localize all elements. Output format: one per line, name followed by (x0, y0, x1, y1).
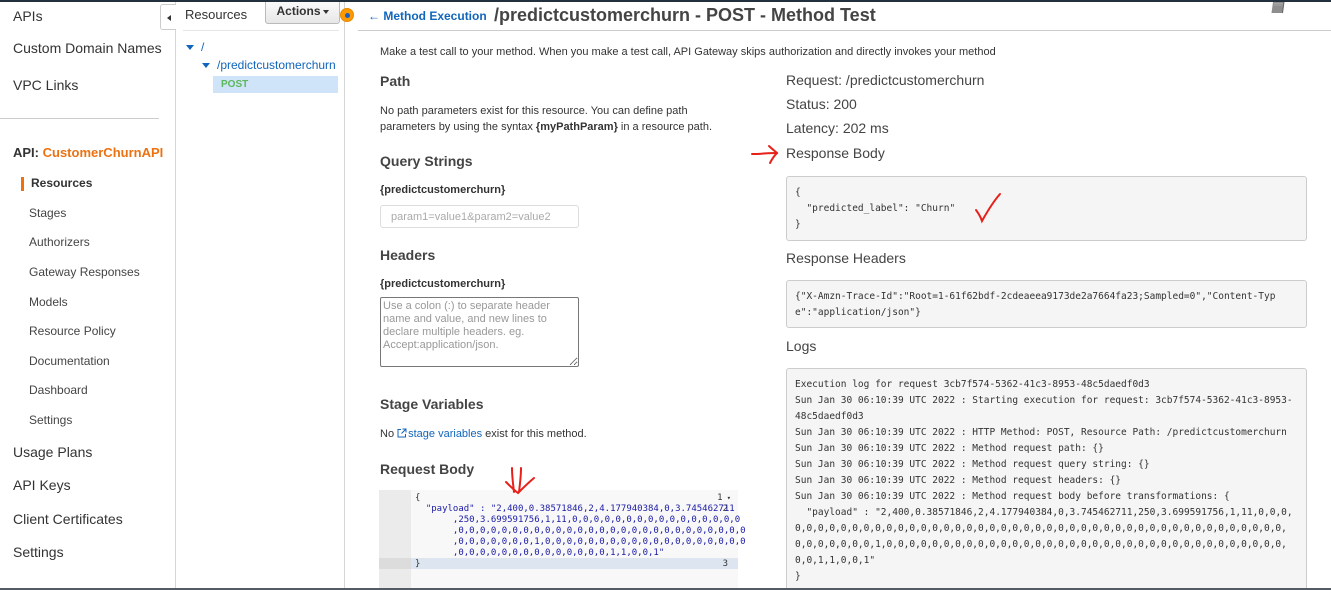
query-strings-input[interactable] (380, 205, 579, 228)
nav-sub-item-gateway-responses[interactable]: Gateway Responses (29, 265, 140, 279)
stage-variables-text: No stage variables exist for this method… (380, 426, 587, 442)
api-label: API: CustomerChurnAPI (13, 145, 163, 160)
response-headers-heading: Response Headers (786, 250, 906, 266)
nav-sub-item-settings[interactable]: Settings (29, 413, 72, 427)
tree-item-label: /predictcustomerchurn (217, 58, 336, 72)
stage-variables-heading: Stage Variables (380, 396, 484, 412)
editor-gutter (379, 490, 411, 590)
tree-item-label: / (201, 40, 205, 54)
headers-heading: Headers (380, 247, 436, 263)
nav-item-custom-domain-names[interactable]: Custom Domain Names (13, 40, 162, 56)
tree-item-post-method[interactable]: POST (213, 76, 338, 93)
result-request: Request: /predictcustomerchurn (786, 72, 985, 88)
caret-down-icon (322, 9, 329, 14)
nav-sub-item-resources[interactable]: Resources (31, 176, 92, 190)
line-number: 1 ▾ (717, 493, 731, 503)
method-test-main: ← Method Execution /predictcustomerchurn… (346, 2, 1331, 590)
nav-item-usage-plans[interactable]: Usage Plans (13, 444, 92, 460)
active-indicator (21, 177, 24, 191)
nav-sub-item-models[interactable]: Models (29, 295, 68, 309)
resources-title: Resources (185, 7, 248, 22)
expand-triangle-icon[interactable] (202, 63, 210, 69)
path-text-end: in a resource path. (617, 121, 713, 133)
active-line-gutter (379, 558, 411, 569)
expand-triangle-icon[interactable] (186, 45, 194, 51)
actions-dropdown-button[interactable]: Actions (265, 2, 340, 24)
code-line: ,0,0,0,0,0,0,0,1,0,0,0,0,0,0,0,0,0,0,0,0… (415, 537, 746, 547)
headers-textarea[interactable] (380, 297, 579, 367)
intro-text: Make a test call to your method. When yo… (380, 46, 996, 58)
nav-sub-item-resource-policy[interactable]: Resource Policy (29, 324, 116, 338)
stage-variables-link-label: stage variables (408, 428, 483, 440)
nav-sub-item-authorizers[interactable]: Authorizers (29, 235, 90, 249)
code-line: ,0,0,0,0,0,0,0,0,0,0,0,0,0,0,1,1,0,0,1" (415, 548, 665, 558)
response-body-heading: Response Body (786, 145, 885, 161)
nav-sub-item-stages[interactable]: Stages (29, 206, 66, 220)
request-body-editor[interactable]: 1 ▾ 2 3 { "payload" : "2,400,0.38571846,… (379, 490, 746, 590)
api-name-link[interactable]: CustomerChurnAPI (43, 145, 164, 160)
page-title: /predictcustomerchurn - POST - Method Te… (494, 5, 876, 25)
result-latency: Latency: 202 ms (786, 120, 889, 136)
tree-item-root[interactable]: / (186, 40, 204, 54)
fold-arrow-icon[interactable]: ▾ (723, 494, 731, 502)
nav-sub-item-dashboard[interactable]: Dashboard (29, 383, 88, 397)
path-heading: Path (380, 73, 411, 89)
request-body-heading: Request Body (380, 461, 475, 477)
resources-panel: Resources Actions / /predictcustomerchur… (177, 2, 345, 588)
headers-resource-label: {predictcustomerchurn} (380, 278, 506, 290)
collapse-left-icon (167, 15, 171, 21)
header-divider (358, 30, 1331, 31)
collapse-nav-button[interactable] (160, 4, 176, 30)
api-prefix: API: (13, 145, 39, 160)
annotation-arrow-right-icon (751, 145, 779, 164)
left-navigation: APIs Custom Domain Names VPC Links API: … (0, 2, 176, 588)
nav-item-apis[interactable]: APIs (13, 8, 43, 24)
method-execution-back-link[interactable]: ← Method Execution (368, 9, 487, 23)
code-line: "payload" : "2,400,0.38571846,2,4.177940… (415, 504, 735, 514)
stage-variables-link[interactable]: stage variables (397, 428, 482, 440)
code-line: } (415, 559, 421, 569)
actions-label: Actions (276, 4, 321, 18)
nav-item-vpc-links[interactable]: VPC Links (13, 77, 78, 93)
query-strings-heading: Query Strings (380, 153, 473, 169)
documentation-book-icon[interactable] (1271, 2, 1285, 14)
query-strings-resource-label: {predictcustomerchurn} (380, 184, 506, 196)
line-number: 3 (722, 559, 728, 569)
nav-divider (0, 118, 159, 119)
nav-sub-item-documentation[interactable]: Documentation (29, 354, 110, 368)
logs-heading: Logs (786, 338, 817, 354)
response-headers-box: {"X-Amzn-Trace-Id":"Root=1-61f62bdf-2cde… (786, 280, 1307, 328)
active-line-highlight (411, 558, 738, 569)
logs-box[interactable]: Execution log for request 3cb7f574-5362-… (786, 368, 1307, 590)
nav-item-client-certificates[interactable]: Client Certificates (13, 511, 123, 527)
external-link-icon (397, 428, 407, 438)
stage-variables-prefix: No (380, 428, 398, 440)
response-body-box: { "predicted_label": "Churn" } (786, 176, 1307, 241)
path-description: No path parameters exist for this resour… (380, 103, 730, 135)
nav-item-settings[interactable]: Settings (13, 544, 64, 560)
result-status: Status: 200 (786, 96, 857, 112)
nav-item-api-keys[interactable]: API Keys (13, 477, 71, 493)
resources-divider (183, 30, 339, 31)
back-link-label: Method Execution (383, 9, 487, 23)
code-line: { (415, 493, 421, 503)
path-syntax: {myPathParam} (535, 121, 618, 133)
code-line: ,250,3.699591756,1,11,0,0,0,0,0,0,0,0,0,… (415, 515, 741, 525)
code-line: ,0,0,0,0,0,0,0,0,0,0,0,0,0,0,0,0,0,0,0,0… (415, 526, 746, 536)
tree-item-predictcustomerchurn[interactable]: /predictcustomerchurn (202, 58, 336, 72)
stage-variables-suffix: exist for this method. (482, 428, 587, 440)
